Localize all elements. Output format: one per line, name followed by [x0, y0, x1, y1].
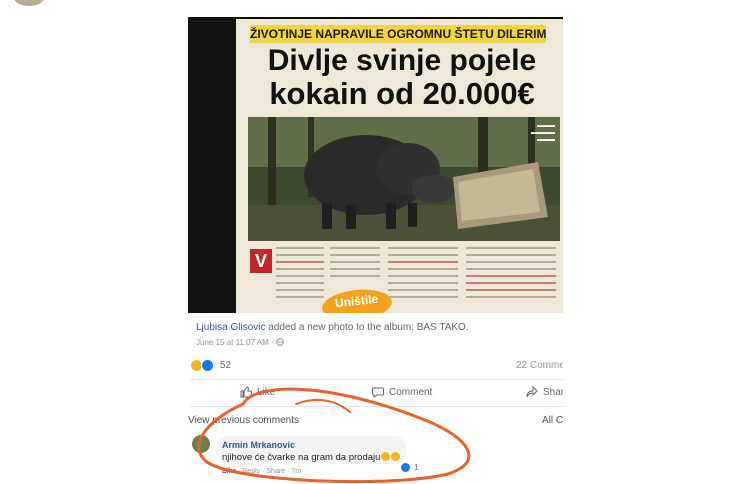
comments-count-link[interactable]: 22 Comme	[516, 360, 563, 371]
comment-reaction-count: 1	[414, 463, 419, 472]
view-previous-comments-link[interactable]: View previous comments	[188, 415, 299, 426]
laughing-emoji-icon	[391, 452, 401, 461]
comment-icon	[372, 387, 384, 398]
comment-share-link[interactable]: · Share	[262, 468, 285, 475]
post-album-link[interactable]: BAS TAKO.	[417, 322, 469, 333]
post-author-link[interactable]: Ljubisa Glisovic	[196, 322, 265, 333]
privacy-icon[interactable]	[276, 338, 284, 347]
photo-caption-decoration: ▬▬▬ ▬▬▬▬ ▬▬▬	[531, 123, 555, 143]
profile-avatar-partial[interactable]	[14, 0, 44, 6]
laughing-emoji-icon	[381, 452, 391, 461]
newspaper-kicker: ŽIVOTINJE NAPRAVILE OGROMNU ŠTETU DILERI…	[250, 25, 546, 43]
headline-line-1: Divlje svinje pojele	[267, 44, 537, 77]
wild-boar-photo	[248, 117, 560, 241]
comment-button-label: Comment	[389, 386, 433, 398]
comment-actions: Like · Reply · Share · 7m	[222, 468, 301, 475]
headline-line-2: kokain od 20.000€	[269, 76, 535, 111]
comment-author[interactable]: Armin Mrkanovic	[222, 440, 295, 450]
comment-filter-dropdown[interactable]: All C	[542, 415, 563, 426]
comment-text-row: njihove će čvarke na gram da prodaju	[222, 452, 401, 463]
post-photo[interactable]: ŽIVOTINJE NAPRAVILE OGROMNU ŠTETU DILERI…	[188, 17, 563, 313]
reaction-summary[interactable]: 52	[190, 358, 231, 372]
like-reaction-icon	[201, 358, 214, 372]
comment-text: njihove će čvarke na gram da prodaju	[222, 452, 381, 463]
like-button-label: Like	[257, 386, 276, 398]
newspaper-headline: Divlje svinje pojele kokain od 20.000€	[242, 45, 562, 111]
thumbs-up-icon	[240, 386, 252, 398]
share-icon	[526, 386, 538, 398]
divider	[190, 406, 563, 407]
comment-timestamp[interactable]: · 7m	[287, 468, 301, 475]
facebook-post-card: ŽIVOTINJE NAPRAVILE OGROMNU ŠTETU DILERI…	[188, 17, 563, 477]
comment-like-link[interactable]: Like	[222, 468, 236, 475]
post-meta: June 15 at 11:07 AM ·	[196, 338, 284, 347]
article-dropcap: V	[250, 249, 272, 273]
post-action-text: added a new photo to the album:	[265, 322, 417, 333]
share-button-label: Shar	[543, 386, 563, 398]
commenter-avatar[interactable]	[192, 435, 210, 453]
comment-reply-link[interactable]: · Reply	[238, 468, 260, 475]
post-date[interactable]: June 15 at 11:07 AM ·	[196, 338, 276, 347]
article-columns: V Uništile	[248, 243, 560, 313]
newspaper-clipping: ŽIVOTINJE NAPRAVILE OGROMNU ŠTETU DILERI…	[236, 19, 563, 313]
reaction-count: 52	[220, 359, 232, 371]
comment-button[interactable]: Comment	[372, 386, 432, 398]
comment-reaction-summary[interactable]: 1	[400, 462, 418, 473]
like-reaction-icon	[400, 462, 411, 473]
share-button[interactable]: Shar	[526, 386, 563, 398]
divider	[190, 379, 563, 380]
like-button[interactable]: Like	[240, 386, 275, 398]
post-attribution: Ljubisa Glisovic added a new photo to th…	[196, 322, 469, 333]
